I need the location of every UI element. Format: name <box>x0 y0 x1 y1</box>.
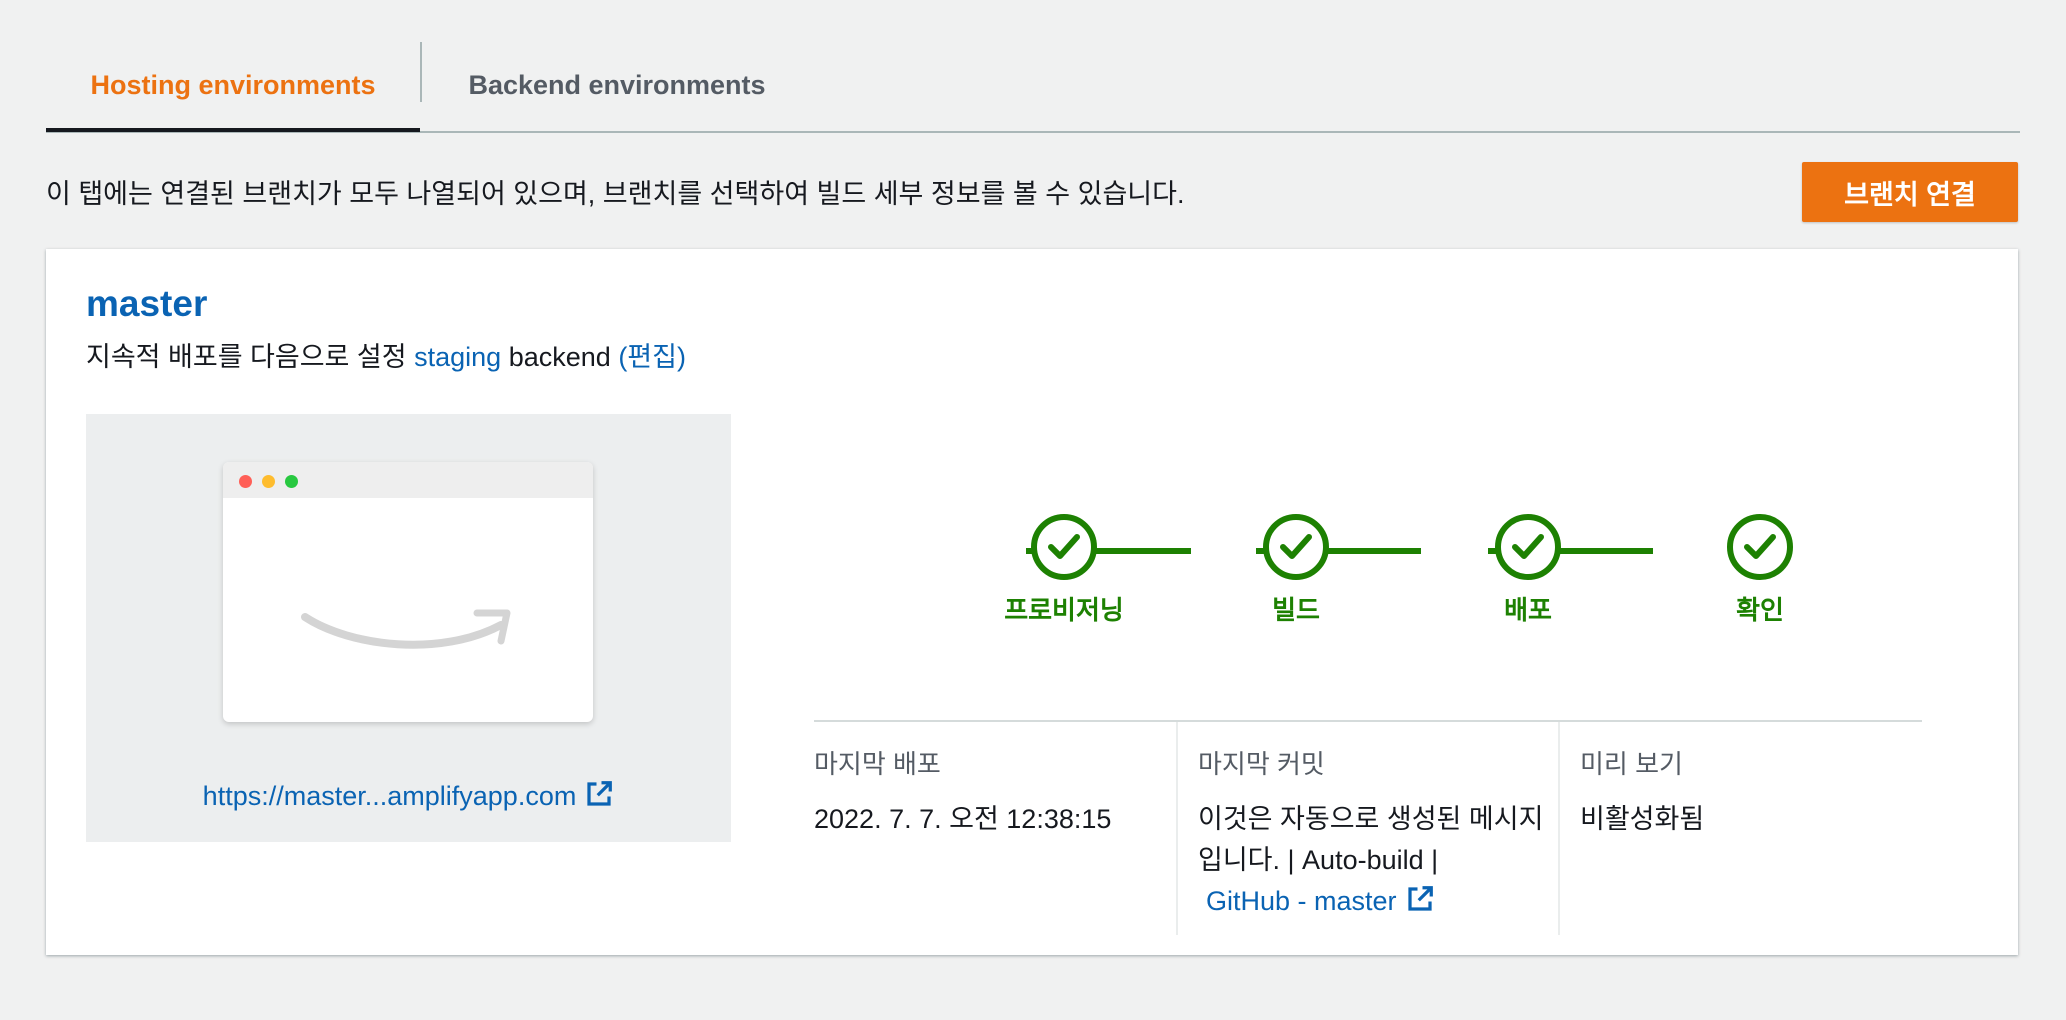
environment-tabs: Hosting environments Backend environment… <box>46 40 2020 133</box>
maximize-dot-icon <box>285 475 298 488</box>
backend-word: backend <box>508 342 611 372</box>
preview-label: 미리 보기 <box>1580 749 1683 779</box>
step-label: 빌드 <box>1272 595 1320 625</box>
tab-description: 이 탭에는 연결된 브랜치가 모두 나열되어 있으며, 브랜치를 선택하여 빌드… <box>46 179 1185 209</box>
cd-prefix: 지속적 배포를 다음으로 설정 <box>86 342 407 372</box>
last-deploy-value: 2022. 7. 7. 오전 12:38:15 <box>814 804 1112 834</box>
last-deploy-column: 마지막 배포 2022. 7. 7. 오전 12:38:15 <box>814 722 1174 935</box>
last-commit-value: 이것은 자동으로 생성된 메시지 입니다. | Auto-build | Git… <box>1198 799 1558 922</box>
step-label: 확인 <box>1736 595 1784 625</box>
commit-message-line1: 이것은 자동으로 생성된 메시지 <box>1198 804 1544 834</box>
preview-column: 미리 보기 비활성화됨 <box>1558 722 1924 935</box>
github-link-row[interactable]: GitHub - master <box>1198 881 1558 922</box>
deployment-pipeline: 프로비저닝 빌드 배포 확인 <box>936 514 1876 634</box>
success-check-icon <box>1263 514 1329 580</box>
preview-status-value: 비활성화됨 <box>1580 804 1705 834</box>
success-check-icon <box>1727 514 1793 580</box>
tab-hosting-environments[interactable]: Hosting environments <box>46 40 420 132</box>
amazon-smile-icon <box>301 609 511 649</box>
last-commit-label: 마지막 커밋 <box>1198 749 1325 779</box>
connect-branch-button[interactable]: 브랜치 연결 <box>1802 162 2018 222</box>
success-check-icon <box>1495 514 1561 580</box>
minimize-dot-icon <box>262 475 275 488</box>
step-deploy[interactable]: 배포 <box>1448 514 1608 627</box>
step-label: 프로비저닝 <box>1004 595 1124 625</box>
last-commit-column: 마지막 커밋 이것은 자동으로 생성된 메시지 입니다. | Auto-buil… <box>1176 722 1558 935</box>
step-provision[interactable]: 프로비저닝 <box>984 514 1144 627</box>
last-deploy-label: 마지막 배포 <box>814 749 941 779</box>
external-link-icon[interactable] <box>584 779 614 809</box>
branch-name-link[interactable]: master <box>86 283 207 325</box>
step-label: 배포 <box>1504 595 1552 625</box>
browser-thumbnail[interactable] <box>223 462 593 722</box>
step-build[interactable]: 빌드 <box>1216 514 1376 627</box>
app-url-link[interactable]: https://master...amplifyapp.com <box>86 779 731 812</box>
branch-card: master 지속적 배포를 다음으로 설정 staging backend (… <box>46 249 2018 955</box>
deployment-info: 마지막 배포 2022. 7. 7. 오전 12:38:15 마지막 커밋 이것… <box>814 720 1922 935</box>
continuous-deploy-info: 지속적 배포를 다음으로 설정 staging backend (편집) <box>86 335 686 374</box>
step-verify[interactable]: 확인 <box>1680 514 1840 627</box>
tab-backend-environments[interactable]: Backend environments <box>422 40 812 130</box>
github-branch-link[interactable]: GitHub - master <box>1206 886 1397 916</box>
edit-link[interactable]: (편집) <box>618 342 686 372</box>
commit-message-line2: 입니다. | Auto-build | <box>1198 845 1439 875</box>
external-link-icon[interactable] <box>1405 884 1435 914</box>
backend-env-link[interactable]: staging <box>414 342 501 372</box>
browser-title-bar <box>223 462 593 498</box>
success-check-icon <box>1031 514 1097 580</box>
close-dot-icon <box>239 475 252 488</box>
app-url-text[interactable]: https://master...amplifyapp.com <box>203 781 577 811</box>
app-preview-panel: https://master...amplifyapp.com <box>86 414 731 842</box>
